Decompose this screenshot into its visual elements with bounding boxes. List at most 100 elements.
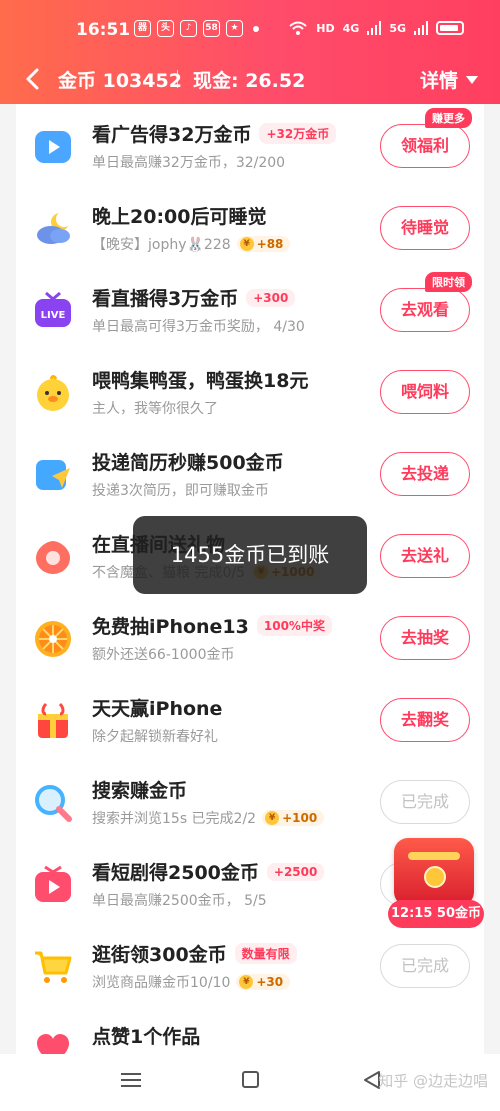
menu-icon[interactable] [121,1072,141,1088]
task-title: 看直播得3万金币 [92,288,239,310]
status-time: 16:51 [76,20,131,40]
task-title-row: 看短剧得2500金币 +2500 [92,858,325,885]
task-action-button[interactable]: 领福利 [380,124,470,168]
home-icon[interactable] [242,1071,259,1088]
video-play-icon [32,126,74,168]
watermark: 知乎 @边走边唱 [378,1072,488,1090]
task-subtitle: 单日最高赚2500金币， 5/5 [92,893,267,909]
task-subtitle-row: 投递3次简历，即可赚取金币 [92,480,269,500]
status-bar: 16:51 器 头 ♪ 58 ★ HD 4G 5G [0,0,500,56]
live-tv-icon: LIVE [32,290,74,332]
task-action-button[interactable]: 去抽奖 [380,616,470,660]
back-button[interactable] [18,64,48,94]
task-row: 看广告得32万金币 +32万金币单日最高赚32万金币，32/200 领福利 赚更多 [16,104,484,186]
task-title-row: 晚上20:00后可睡觉 [92,202,266,229]
task-promo-tag: 赚更多 [425,108,472,128]
task-title-row: 看直播得3万金币 +300 [92,284,296,311]
lottery-wheel-icon [32,618,74,660]
task-action-button[interactable]: 待睡觉 [380,206,470,250]
gift-lid [408,852,460,860]
status-app-icons: 器 头 ♪ 58 ★ [134,20,259,37]
task-title: 投递简历秒赚500金币 [92,452,284,474]
signal-icon [367,21,382,35]
task-title-row: 免费抽iPhone13 100%中奖 [92,612,332,639]
task-title: 逛街领300金币 [92,944,227,966]
task-action-button[interactable]: 去送礼 [380,534,470,578]
coin-icon: ¥ [265,811,280,825]
task-subtitle: 额外还送66-1000金币 [92,647,235,663]
header: 16:51 器 头 ♪ 58 ★ HD 4G 5G 金币 103452 现金: … [0,0,500,104]
task-row: 喂鸭集鸭蛋，鸭蛋换18元主人，我等你很久了 喂饲料 [16,350,484,432]
cash-balance[interactable]: 现金: 26.52 [193,66,305,93]
caret-down-icon [466,75,478,84]
detail-dropdown[interactable]: 详情 [420,66,478,93]
hd-label: HD [316,21,335,35]
task-subtitle-row: 搜索并浏览15s 已完成2/2 ¥ +100 [92,808,325,828]
coin-reward-value: +100 [282,811,318,825]
gift-timer-label: 12:15 50金币 [388,900,484,928]
task-row: 点赞1个作品 [16,1006,484,1054]
coin-icon: ¥ [239,975,254,989]
task-reward-badge: +300 [246,288,296,307]
task-title: 搜索赚金币 [92,780,188,802]
task-reward-badge: +2500 [266,862,325,881]
search-icon [32,782,74,824]
task-title-row: 喂鸭集鸭蛋，鸭蛋换18元 [92,366,308,393]
task-title: 看广告得32万金币 [92,124,252,146]
system-nav-bar: 知乎 @边走边唱 [0,1054,500,1111]
task-title: 点赞1个作品 [92,1026,201,1048]
coin-reward-badge: ¥ +100 [262,810,325,826]
task-action-button[interactable]: 已完成 [380,944,470,988]
video-app-icon: 头 [157,20,174,37]
task-subtitle-row: 除夕起解锁新春好礼 [92,726,218,746]
task-subtitle: 搜索并浏览15s 已完成2/2 [92,811,257,827]
task-subtitle-row: 【晚安】jophy🐰228 ¥ +88 [92,234,291,254]
task-title-row: 投递简历秒赚500金币 [92,448,284,475]
task-title-row: 搜索赚金币 [92,776,187,803]
status-right: HD 4G 5G [288,20,464,36]
wifi-icon [289,21,307,35]
coin-reward-badge: ¥ +30 [236,974,291,990]
task-action-button[interactable]: 去翻奖 [380,698,470,742]
task-action-button[interactable]: 喂饲料 [380,370,470,414]
floating-gift-widget[interactable]: 12:15 50金币 [388,838,484,930]
coin-balance[interactable]: 金币 103452 [58,66,182,93]
task-subtitle: 浏览商品赚金币10/10 [92,975,231,991]
resume-icon [32,454,74,496]
task-row: 投递简历秒赚500金币 投递3次简历，即可赚取金币 去投递 [16,432,484,514]
task-action-button[interactable]: 去投递 [380,452,470,496]
battery-icon [436,21,464,35]
task-row: 逛街领300金币 数量有限 浏览商品赚金币10/10 ¥ +30 已完成 [16,924,484,1006]
task-reward-badge: +32万金币 [259,123,337,144]
task-subtitle: 【晚安】jophy🐰228 [92,237,231,253]
svg-text:LIVE: LIVE [41,310,66,321]
notification-dot-icon [253,26,259,32]
task-title: 天天赢iPhone [92,698,223,720]
task-title-row: 看广告得32万金币 +32万金币 [92,120,337,147]
task-subtitle-row: 主人，我等你很久了 [92,398,218,418]
task-subtitle-row: 单日最高可得3万金币奖励， 4/30 [92,316,305,336]
toast-message: 1455金币已到账 [133,516,367,594]
task-subtitle-row: 浏览商品赚金币10/10 ¥ +30 [92,972,291,992]
duck-icon [32,372,74,414]
detail-label: 详情 [419,70,458,92]
coin-reward-badge: ¥ +88 [236,236,291,252]
task-subtitle-row: 单日最高赚32万金币，32/200 [92,152,285,172]
task-reward-badge: 100%中奖 [256,615,332,636]
moon-cloud-icon [32,208,74,250]
nav-divider [177,70,178,88]
short-drama-icon [32,864,74,906]
trophy-icon [32,700,74,742]
tiktok-icon: ♪ [180,20,197,37]
coin-reward-value: +30 [256,975,284,989]
task-subtitle: 除夕起解锁新春好礼 [92,729,218,745]
gift-icon [32,536,74,578]
task-row: LIVE 看直播得3万金币 +300 单日最高可得3万金币奖励， 4/30 去观看 限时领 [16,268,484,350]
task-action-button[interactable]: 去观看 [380,288,470,332]
coin-icon: ¥ [239,237,254,251]
task-action-button[interactable]: 已完成 [380,780,470,824]
red-envelope-icon [394,838,474,906]
task-title-row: 逛街领300金币 数量有限 [92,940,297,967]
task-reward-badge: 数量有限 [234,943,297,964]
task-subtitle: 主人，我等你很久了 [92,401,218,417]
